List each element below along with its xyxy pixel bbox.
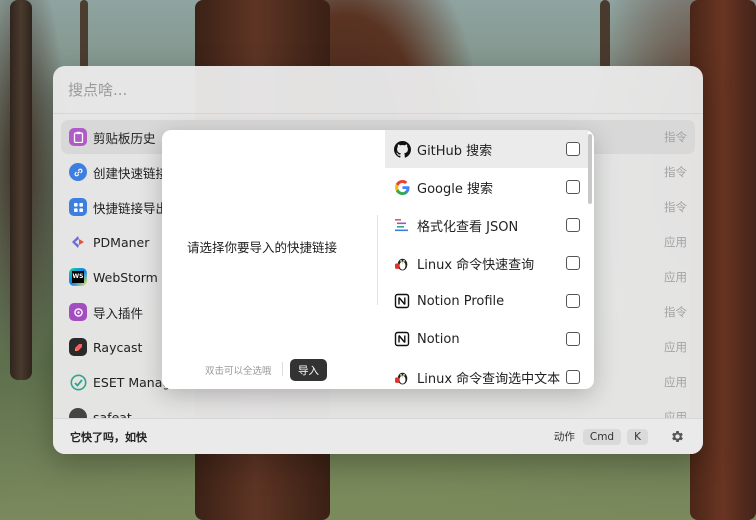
background-tree	[10, 0, 32, 380]
quicklink-item-notion-profile[interactable]: Notion Profile	[385, 282, 588, 320]
quicklink-item-github[interactable]: GitHub 搜索	[385, 130, 588, 168]
quicklink-label: Notion	[417, 331, 460, 347]
google-icon	[393, 178, 411, 196]
quicklink-label: Notion Profile	[417, 293, 505, 309]
footer-bar: 它快了吗，如快 动作 Cmd K	[53, 418, 703, 454]
import-quicklinks-dialog: 请选择你要导入的快捷链接 双击可以全选哦 导入 GitHub 搜索 Google…	[162, 130, 594, 389]
k-key: K	[627, 428, 648, 445]
dialog-left-panel: 请选择你要导入的快捷链接 双击可以全选哦 导入	[162, 130, 380, 389]
import-button[interactable]: 导入	[290, 359, 327, 381]
notion-icon	[393, 330, 411, 348]
quicklink-checkbox[interactable]	[566, 370, 580, 384]
result-kind: 应用	[664, 235, 687, 249]
quicklink-checkbox[interactable]	[566, 294, 580, 308]
result-item-safeat[interactable]: safeat 应用	[61, 400, 695, 420]
quicklink-item-linux-selected[interactable]: Linux 命令查询选中文本	[385, 358, 588, 389]
actions-label[interactable]: 动作	[554, 429, 575, 444]
quicklink-item-notion[interactable]: Notion	[385, 320, 588, 358]
quicklink-checkbox[interactable]	[566, 256, 580, 270]
quicklink-item-linux-query[interactable]: Linux 命令快速查询	[385, 244, 588, 282]
hint-divider	[282, 362, 283, 376]
result-kind: 指令	[664, 305, 687, 319]
clipboard-icon	[69, 128, 87, 146]
eset-icon	[69, 373, 87, 391]
background-tree	[600, 0, 610, 70]
quicklink-list: GitHub 搜索 Google 搜索 格式化查看 JSON Linux 命令快…	[385, 130, 594, 389]
quicklink-label: GitHub 搜索	[417, 143, 493, 159]
scrollbar[interactable]	[588, 134, 592, 204]
select-all-hint: 双击可以全选哦	[205, 366, 272, 377]
quicklink-item-json[interactable]: 格式化查看 JSON	[385, 206, 588, 244]
linux-icon	[393, 368, 411, 386]
quicklink-checkbox[interactable]	[566, 218, 580, 232]
result-kind: 应用	[664, 340, 687, 354]
quicklink-label: Google 搜索	[417, 181, 493, 197]
link-icon	[69, 163, 87, 181]
result-kind: 指令	[664, 200, 687, 214]
search-bar	[53, 66, 703, 114]
result-kind: 应用	[664, 375, 687, 389]
dialog-divider	[377, 215, 378, 305]
background-tree	[80, 0, 88, 70]
cmd-key: Cmd	[582, 428, 622, 445]
gear-icon[interactable]	[668, 428, 686, 446]
github-icon	[393, 140, 411, 158]
search-input[interactable]	[68, 80, 688, 99]
plugin-icon	[69, 303, 87, 321]
footer-slogan: 它快了吗，如快	[70, 430, 147, 444]
pdmaner-icon	[69, 233, 87, 251]
result-kind: 指令	[664, 165, 687, 179]
quicklink-checkbox[interactable]	[566, 332, 580, 346]
result-kind: 应用	[664, 270, 687, 284]
raycast-icon	[69, 338, 87, 356]
notion-icon	[393, 292, 411, 310]
grid-icon	[69, 198, 87, 216]
result-kind: 指令	[664, 130, 687, 144]
quicklink-item-google[interactable]: Google 搜索	[385, 168, 588, 206]
quicklink-checkbox[interactable]	[566, 180, 580, 194]
quicklink-label: Linux 命令快速查询	[417, 257, 535, 273]
json-icon	[393, 216, 411, 234]
quicklink-checkbox[interactable]	[566, 142, 580, 156]
linux-icon	[393, 254, 411, 272]
quicklink-label: Linux 命令查询选中文本	[417, 371, 561, 387]
quicklink-label: 格式化查看 JSON	[417, 219, 519, 235]
webstorm-icon: WS	[69, 268, 87, 286]
dialog-prompt: 请选择你要导入的快捷链接	[187, 240, 338, 255]
